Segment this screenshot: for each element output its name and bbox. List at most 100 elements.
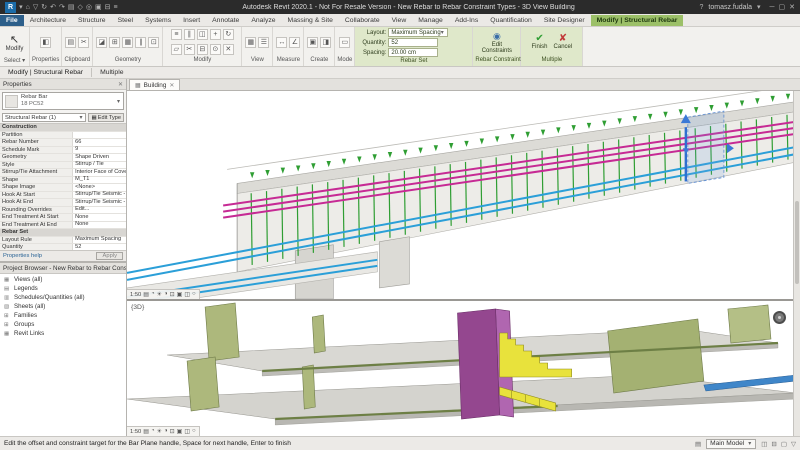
- view-tab-building[interactable]: ▦ Building ✕: [129, 79, 180, 90]
- pin-icon[interactable]: ⊙: [210, 44, 221, 55]
- detail-level-icon[interactable]: ▤: [143, 291, 149, 298]
- spacing-input[interactable]: 20.00 cm: [388, 48, 438, 57]
- scale-button[interactable]: 1:50: [130, 292, 141, 298]
- ribbon-tab[interactable]: Modify | Structural Rebar: [591, 15, 684, 26]
- undo-icon[interactable]: ↶: [50, 2, 56, 13]
- cancel-button[interactable]: ✘ Cancel: [554, 34, 573, 50]
- mirror-icon[interactable]: ◫: [197, 29, 208, 40]
- sun-path-icon[interactable]: ☀: [157, 291, 162, 298]
- measure-icon[interactable]: ◇: [77, 2, 82, 13]
- offset-icon[interactable]: ∥: [135, 37, 146, 48]
- signed-in-user[interactable]: tomasz.fudala: [708, 4, 752, 11]
- property-row[interactable]: End Treatment At End None: [0, 222, 126, 230]
- paste-icon[interactable]: ▤: [65, 37, 76, 48]
- finish-button[interactable]: ✔ Finish: [532, 34, 548, 50]
- steering-wheel-icon[interactable]: [773, 311, 786, 324]
- cut-icon[interactable]: ✂: [78, 37, 89, 48]
- editable-only-icon[interactable]: ◫: [761, 440, 767, 448]
- hide-icon[interactable]: ▦: [245, 37, 256, 48]
- ribbon-tab[interactable]: Quantification: [484, 15, 538, 26]
- tree-item[interactable]: ▦ Revit Links: [0, 329, 126, 338]
- edit-type-button[interactable]: ▦ Edit Type: [88, 113, 124, 122]
- paint-icon[interactable]: ⊡: [148, 37, 159, 48]
- delete-icon[interactable]: ✕: [223, 44, 234, 55]
- active-workset-dropdown[interactable]: Main Model ▾: [706, 439, 756, 449]
- properties-icon[interactable]: ◧: [40, 37, 51, 48]
- group-icon[interactable]: ▣: [307, 37, 318, 48]
- crop-view-icon[interactable]: ⊡: [170, 428, 175, 435]
- beam-rebar-scene[interactable]: [127, 91, 800, 299]
- vertical-scrollbar[interactable]: [793, 91, 800, 436]
- cope-icon[interactable]: ◪: [96, 37, 107, 48]
- ribbon-tab[interactable]: Collaborate: [339, 15, 386, 26]
- redo-icon[interactable]: ↷: [59, 2, 65, 13]
- minimize-icon[interactable]: ─: [770, 2, 775, 13]
- close-icon[interactable]: ✕: [118, 81, 123, 88]
- rotate-icon[interactable]: ↻: [223, 29, 234, 40]
- ribbon-tab[interactable]: Add-Ins: [449, 15, 484, 26]
- properties-header[interactable]: Properties ✕: [0, 79, 126, 90]
- shadows-icon[interactable]: ◑: [164, 428, 168, 435]
- scrollbar-thumb[interactable]: [795, 201, 799, 284]
- open-icon[interactable]: ⌂: [26, 2, 30, 13]
- temporary-hide-icon[interactable]: ◫: [184, 428, 190, 435]
- angle-icon[interactable]: ∠: [289, 37, 300, 48]
- shadows-icon[interactable]: ◑: [164, 291, 168, 298]
- ribbon-tab[interactable]: Structure: [72, 15, 112, 26]
- quantity-input[interactable]: 52: [388, 38, 438, 47]
- temporary-hide-icon[interactable]: ◫: [184, 291, 190, 298]
- filter-icon[interactable]: ▽: [791, 440, 796, 448]
- 3d-view-icon[interactable]: ▣: [95, 2, 102, 13]
- similar-icon[interactable]: ◨: [320, 37, 331, 48]
- crop-view-icon[interactable]: ⊡: [170, 291, 175, 298]
- beam-icon[interactable]: ▦: [122, 37, 133, 48]
- apply-button[interactable]: Apply: [96, 252, 123, 260]
- multiple-option[interactable]: Multiple: [92, 69, 131, 76]
- visual-style-icon[interactable]: ◔: [151, 291, 155, 298]
- align-icon[interactable]: ≡: [171, 29, 182, 40]
- ribbon-tab[interactable]: Systems: [139, 15, 177, 26]
- tree-item[interactable]: ▥ Schedules/Quantities (all): [0, 293, 126, 302]
- project-browser-header[interactable]: Project Browser - New Rebar to Rebar Con…: [0, 263, 126, 274]
- close-icon[interactable]: ✕: [789, 2, 795, 13]
- section-icon[interactable]: ⊟: [105, 2, 111, 13]
- ribbon-tab[interactable]: Site Designer: [538, 15, 591, 26]
- viewport-3d-default[interactable]: {3D} 1:50 ▤◔☀◑⊡▣◫○: [127, 301, 800, 436]
- modify-button[interactable]: ↖ Modify: [0, 27, 29, 57]
- sun-path-icon[interactable]: ☀: [157, 428, 162, 435]
- show-crop-icon[interactable]: ▣: [177, 428, 183, 435]
- property-row[interactable]: Construction: [0, 124, 126, 132]
- ribbon-tab[interactable]: Insert: [177, 15, 206, 26]
- ribbon-tab[interactable]: Architecture: [24, 15, 72, 26]
- ribbon-tab[interactable]: Annotate: [206, 15, 245, 26]
- properties-help-link[interactable]: Properties help: [3, 253, 42, 259]
- edit-constraints-button[interactable]: ◉ Edit Constraints: [473, 27, 520, 57]
- tree-item[interactable]: ⊞ Families: [0, 311, 126, 320]
- ribbon-tab[interactable]: File: [0, 15, 24, 26]
- tree-item[interactable]: ▦ Views (all): [0, 275, 126, 284]
- viewport-3d-building[interactable]: 1:50 ▤◔☀◑⊡▣◫○: [127, 91, 800, 301]
- print-icon[interactable]: ▤: [68, 2, 75, 13]
- ribbon-tab[interactable]: View: [386, 15, 413, 26]
- edit-sketch-icon[interactable]: ▭: [339, 37, 350, 48]
- tag-icon[interactable]: ◎: [86, 2, 92, 13]
- user-menu-caret-icon[interactable]: ▾: [757, 2, 761, 13]
- move-icon[interactable]: +: [210, 29, 221, 40]
- revit-logo-icon[interactable]: R: [5, 2, 16, 13]
- save-icon[interactable]: ▽: [33, 2, 38, 13]
- press-drag-icon[interactable]: ▢: [781, 440, 787, 448]
- ribbon-tab[interactable]: Massing & Site: [282, 15, 339, 26]
- type-selector[interactable]: Rebar Bar 18 PC52 ▾: [2, 92, 124, 110]
- reveal-hidden-icon[interactable]: ○: [192, 291, 196, 298]
- override-icon[interactable]: ☰: [258, 37, 269, 48]
- offset-icon[interactable]: ∥: [184, 29, 195, 40]
- maximize-icon[interactable]: ▢: [779, 2, 786, 13]
- thin-lines-icon[interactable]: ≡: [113, 2, 117, 13]
- selection-dropdown[interactable]: Structural Rebar (1) ▾: [2, 113, 86, 122]
- measure-icon[interactable]: ↔: [276, 37, 287, 48]
- worksets-icon[interactable]: ▤: [695, 440, 701, 448]
- tree-item[interactable]: ⊞ Groups: [0, 320, 126, 329]
- scale-button[interactable]: 1:50: [130, 429, 141, 435]
- join-icon[interactable]: ⊞: [109, 37, 120, 48]
- search-icon[interactable]: ?: [700, 2, 704, 13]
